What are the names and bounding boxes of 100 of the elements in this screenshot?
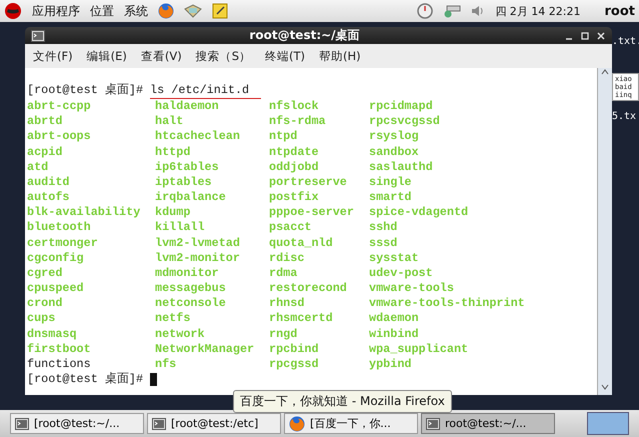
menu-item[interactable]: 帮助(H) xyxy=(319,48,361,64)
file-name: wpa_supplicant xyxy=(369,342,470,357)
file-name: vmware-tools xyxy=(369,281,455,296)
file-name: nfs xyxy=(155,356,178,372)
file-name: nfs-rdma xyxy=(269,114,327,130)
file-name: iptables xyxy=(155,174,213,190)
file-name: rdma xyxy=(269,266,298,282)
file-name: blk-availability xyxy=(27,205,142,220)
prompt-text: [root@test 桌面]# xyxy=(27,372,144,388)
taskbar-button[interactable]: [百度一下，你... xyxy=(284,413,418,434)
tooltip: 百度一下，你就知道 - Mozilla Firefox xyxy=(233,390,452,413)
file-name: ip6tables xyxy=(155,160,220,175)
terminal-icon xyxy=(152,418,166,430)
file-name: abrtd xyxy=(27,114,64,130)
file-name: abrt-oops xyxy=(27,129,92,145)
command-text: ls /etc/init.d xyxy=(150,83,262,100)
file-name: cpuspeed xyxy=(27,281,85,296)
taskbar-button[interactable]: [root@test:/etc] xyxy=(147,413,281,434)
taskbar-button[interactable]: [root@test:~/... xyxy=(10,413,144,434)
file-name: cgconfig xyxy=(27,250,85,266)
file-name: pppoe-server xyxy=(269,205,355,220)
file-name: sandbox xyxy=(369,144,420,160)
terminal-icon xyxy=(15,418,29,430)
file-name: ntpdate xyxy=(269,144,320,160)
file-name: functions xyxy=(27,356,92,372)
file-name: autofs xyxy=(27,190,70,206)
file-name: vmware-tools-thinprint xyxy=(369,296,526,312)
file-name: rngd xyxy=(269,326,298,342)
menu-item[interactable]: 查看(V) xyxy=(140,48,182,64)
window-title: root@test:~/桌面 xyxy=(248,27,361,44)
file-name: cups xyxy=(27,311,56,326)
gauge-icon[interactable] xyxy=(417,3,434,19)
prompt-text: [root@test 桌面]# xyxy=(27,83,144,99)
menu-item[interactable]: 搜索（S） xyxy=(196,48,251,64)
file-name: restorecond xyxy=(269,281,348,296)
panel-menu[interactable]: 位置 xyxy=(90,2,114,20)
file-name: ntpd xyxy=(269,129,298,145)
workspace-switcher[interactable] xyxy=(587,412,629,435)
file-name: udev-post xyxy=(369,266,434,282)
file-name: psacct xyxy=(269,220,312,236)
file-name: messagebus xyxy=(155,281,227,296)
file-name: lvm2-monitor xyxy=(155,250,241,266)
hat-logo-icon[interactable] xyxy=(4,3,22,19)
panel-menu[interactable]: 应用程序 xyxy=(32,2,80,20)
taskbar-button[interactable]: root@test:~/... xyxy=(421,413,555,434)
file-name: crond xyxy=(27,296,64,312)
file-name: halt xyxy=(155,114,184,130)
speaker-icon[interactable] xyxy=(471,4,486,18)
file-name: firstboot xyxy=(27,342,92,357)
file-name: mdmonitor xyxy=(155,266,220,282)
file-name: httpd xyxy=(155,144,192,160)
file-name: sshd xyxy=(369,220,398,236)
file-name: haldaemon xyxy=(155,99,220,114)
file-name: single xyxy=(369,174,412,190)
menu-item[interactable]: 编辑(E) xyxy=(86,48,127,64)
file-name: rhsmcertd xyxy=(269,311,334,326)
file-name: quota_nld xyxy=(269,236,334,251)
file-name: smartd xyxy=(369,190,412,206)
file-name: rpcbind xyxy=(269,342,320,357)
file-name: network xyxy=(155,326,206,342)
file-label[interactable]: 5.tx xyxy=(612,111,639,122)
terminal-icon xyxy=(31,30,45,42)
file-name: certmonger xyxy=(27,236,99,251)
user-name[interactable]: root xyxy=(604,4,635,18)
file-name: NetworkManager xyxy=(155,342,256,357)
file-name: netconsole xyxy=(155,296,227,312)
text-cursor xyxy=(150,372,158,386)
file-name: netfs xyxy=(155,311,192,326)
file-name: rpcgssd xyxy=(269,356,320,372)
file-name: wdaemon xyxy=(369,311,420,326)
file-name: sssd xyxy=(369,236,398,251)
file-name: rsyslog xyxy=(369,129,420,145)
file-name: lvm2-lvmetad xyxy=(155,236,241,251)
panel-menu[interactable]: 系统 xyxy=(124,2,148,20)
file-name: abrt-ccpp xyxy=(27,99,92,114)
file-name: rpcsvcgssd xyxy=(369,114,441,130)
file-name: spice-vdagentd xyxy=(369,205,470,220)
file-name: portreserve xyxy=(269,174,348,190)
file-name: rhnsd xyxy=(269,296,306,312)
browser-icon[interactable] xyxy=(158,3,174,19)
file-name: ypbind xyxy=(369,356,412,372)
file-name: nfslock xyxy=(269,99,320,114)
file-name: acpid xyxy=(27,144,64,160)
file-name: dnsmasq xyxy=(27,326,78,342)
clock-text[interactable]: 四 2月 14 22:21 xyxy=(495,4,580,18)
file-name: cgred xyxy=(27,266,64,282)
close-icon[interactable] xyxy=(596,30,606,40)
note-icon[interactable] xyxy=(212,3,228,19)
scrollbar[interactable] xyxy=(597,68,612,395)
menu-item[interactable]: 终端(T) xyxy=(265,48,305,64)
maximize-icon[interactable] xyxy=(580,30,590,40)
browser-icon[interactable] xyxy=(289,416,305,432)
file-name: bluetooth xyxy=(27,220,92,236)
file-name: postfix xyxy=(269,190,320,206)
menu-item[interactable]: 文件(F) xyxy=(33,48,73,64)
file-name: irqbalance xyxy=(155,190,227,206)
file-name: rdisc xyxy=(269,250,306,266)
file-name: winbind xyxy=(369,326,420,342)
file-name: killall xyxy=(155,220,206,236)
file-name: saslauthd xyxy=(369,160,434,175)
